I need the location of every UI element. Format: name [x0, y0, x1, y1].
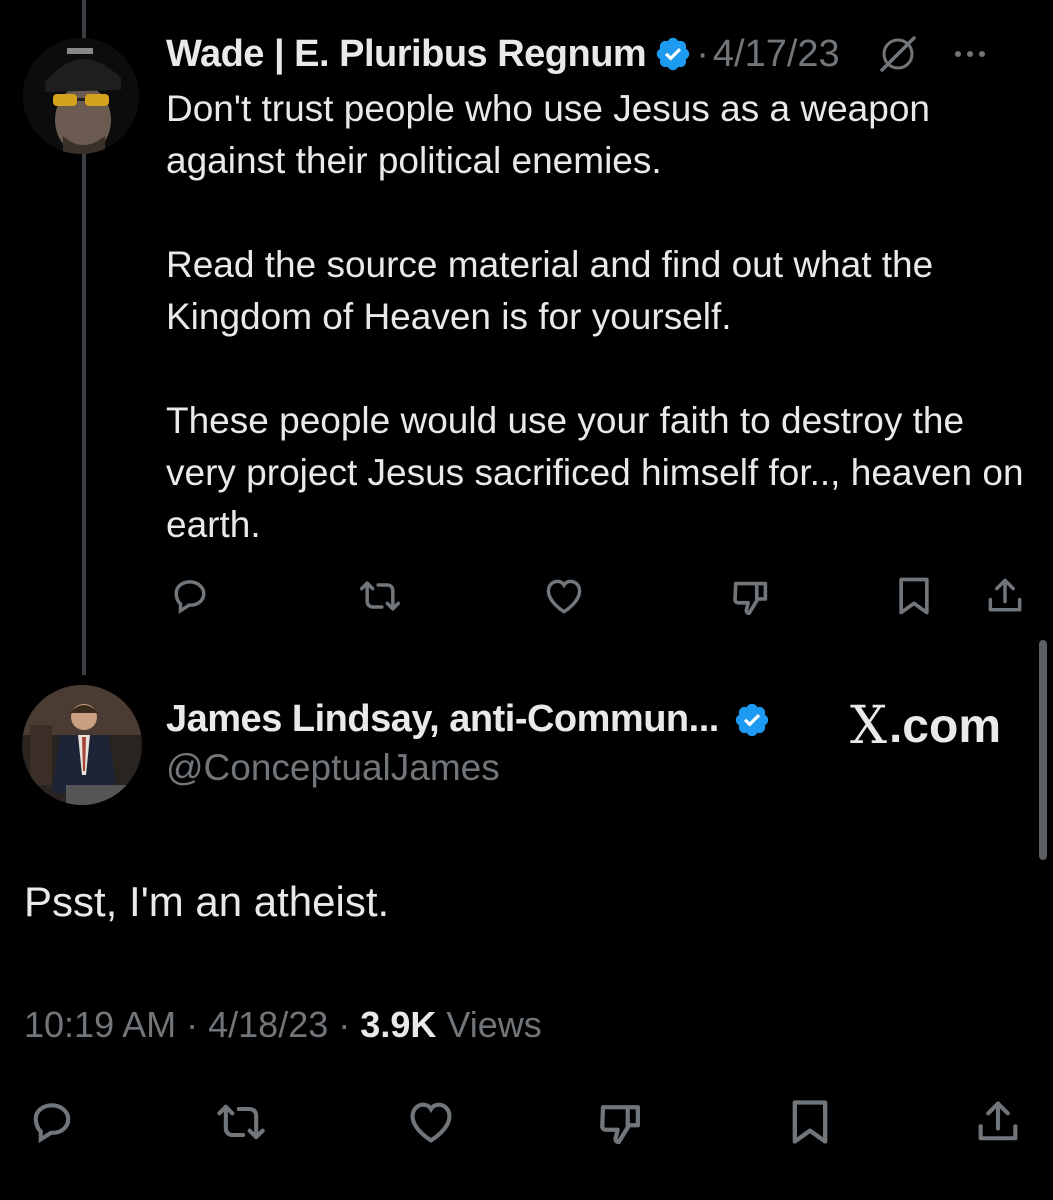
- separator-dot: ·: [696, 32, 709, 75]
- grok-icon[interactable]: [876, 32, 920, 76]
- share-icon[interactable]: [970, 1094, 1026, 1150]
- reply-icon[interactable]: [24, 1094, 80, 1150]
- verified-badge-icon: [654, 35, 692, 73]
- watermark-text: .com: [888, 699, 1001, 753]
- reply-author-name[interactable]: Wade | E. Pluribus Regnum: [166, 33, 647, 76]
- tweet-date[interactable]: 4/18/23: [208, 1004, 328, 1045]
- reply-icon[interactable]: [166, 572, 214, 620]
- main-author-avatar[interactable]: [22, 685, 142, 805]
- separator-dot: ·: [186, 1004, 199, 1045]
- reply-paragraph: Read the source material and find out wh…: [166, 244, 934, 337]
- dislike-icon[interactable]: [726, 572, 776, 622]
- avatar-image: [23, 38, 139, 154]
- tweet-time[interactable]: 10:19 AM: [24, 1004, 176, 1045]
- repost-icon[interactable]: [210, 1094, 272, 1150]
- bookmark-icon[interactable]: [784, 1094, 836, 1150]
- x-com-watermark: X .com: [850, 696, 1001, 756]
- separator-dot: ·: [338, 1004, 351, 1045]
- reply-paragraph: These people would use your faith to des…: [166, 400, 1024, 545]
- scrollbar[interactable]: [1039, 640, 1047, 860]
- share-icon[interactable]: [982, 572, 1028, 620]
- like-icon[interactable]: [540, 572, 588, 620]
- x-logo-icon: X: [849, 696, 887, 756]
- avatar-image: [22, 685, 142, 805]
- bookmark-icon[interactable]: [892, 572, 936, 620]
- views-label: Views: [446, 1004, 542, 1045]
- reply-paragraph: Don't trust people who use Jesus as a we…: [166, 88, 930, 181]
- tweet-meta: 10:19 AM · 4/18/23 · 3.9K Views: [24, 1004, 542, 1046]
- like-icon[interactable]: [402, 1094, 460, 1150]
- repost-icon[interactable]: [354, 572, 406, 620]
- verified-badge-icon: [733, 701, 771, 739]
- tweet-screen: Wade | E. Pluribus Regnum · 4/17/23 Don'…: [0, 0, 1053, 1200]
- reply-author-avatar[interactable]: [23, 38, 139, 154]
- main-author-name[interactable]: James Lindsay, anti-Commun...: [166, 698, 719, 741]
- reply-header: Wade | E. Pluribus Regnum · 4/17/23: [166, 26, 1033, 82]
- more-icon[interactable]: [950, 34, 990, 74]
- main-tweet-text: Psst, I'm an atheist.: [24, 878, 390, 925]
- dislike-icon[interactable]: [592, 1094, 650, 1152]
- views-count[interactable]: 3.9K: [360, 1004, 436, 1045]
- reply-text: Don't trust people who use Jesus as a we…: [166, 83, 1026, 551]
- reply-date[interactable]: 4/17/23: [713, 33, 840, 76]
